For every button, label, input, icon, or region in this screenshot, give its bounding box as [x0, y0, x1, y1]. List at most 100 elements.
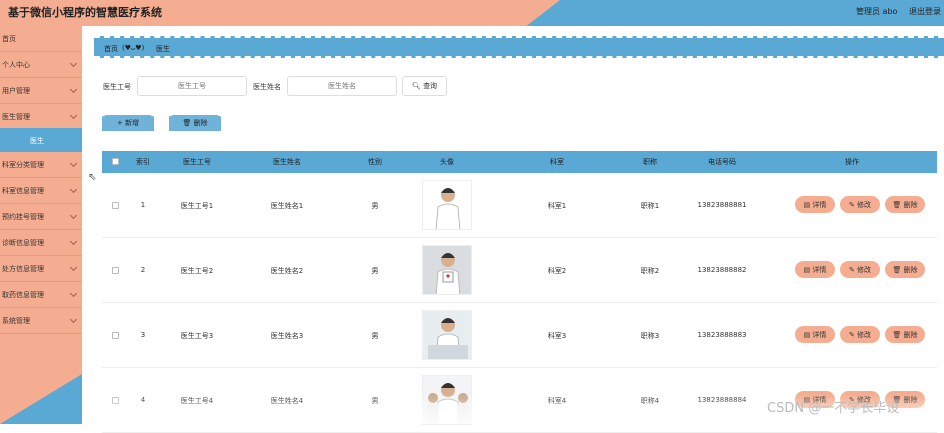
sidebar-subitem-doctor[interactable]: 医生: [0, 128, 82, 152]
breadcrumb-current: 医生: [156, 45, 170, 53]
column-header: 性别: [368, 158, 382, 166]
trash-icon: 🗑︎: [182, 119, 192, 127]
row-checkbox[interactable]: [112, 332, 119, 339]
sidebar-subitem-label: 医生: [30, 137, 44, 145]
sidebar-item-5[interactable]: 科室信息管理: [0, 178, 82, 204]
row-action-label: 详情: [812, 331, 827, 339]
chevron-down-icon: [69, 159, 78, 168]
sidebar-item-8[interactable]: 处方信息管理: [0, 256, 82, 282]
chevron-down-icon: [69, 85, 78, 94]
sidebar-item-label: 用户管理: [2, 87, 30, 95]
row-edit-button[interactable]: ✎ 修改: [840, 261, 880, 278]
row-action-label: 删除: [903, 331, 918, 339]
sidebar-item-6[interactable]: 预约挂号管理: [0, 204, 82, 230]
doctor-id-label: 医生工号: [103, 83, 131, 91]
query-button[interactable]: 🔍︎ 查询: [402, 76, 447, 96]
sidebar-item-label: 科室信息管理: [2, 187, 44, 195]
cell-title: 职称1: [640, 202, 660, 210]
add-button[interactable]: + 新增: [102, 115, 154, 131]
row-delete-button[interactable]: 🗑︎ 删除: [885, 326, 925, 343]
chevron-down-icon: [69, 111, 78, 120]
doctor-avatar: [422, 180, 472, 230]
column-header: 头像: [440, 158, 454, 166]
breadcrumb-home[interactable]: 首页: [104, 44, 118, 54]
bulk-delete-button[interactable]: 🗑︎ 删除: [169, 115, 221, 131]
doctor-name-input[interactable]: [287, 76, 397, 96]
doctor-avatar: [422, 245, 472, 295]
cell-phone: 13823888883: [697, 331, 747, 339]
row-checkbox[interactable]: [112, 267, 119, 274]
table-row: 1 医生工号1 医生姓名1 男 科室1 职称1 13823888881 ▤ 详情 ✎ 修改 🗑︎ …: [102, 173, 937, 238]
row-action-label: 删除: [903, 266, 918, 274]
select-all-checkbox[interactable]: [112, 158, 119, 165]
cell-index: 1: [140, 201, 146, 209]
sidebar-item-4[interactable]: 科室分类管理: [0, 152, 82, 178]
column-header: 医生姓名: [273, 158, 301, 166]
row-detail-button[interactable]: ▤ 详情: [795, 261, 835, 278]
row-checkbox[interactable]: [112, 202, 119, 209]
trash-icon: 🗑︎: [892, 331, 904, 339]
row-action-label: 修改: [857, 331, 872, 339]
pencil-icon: ✎: [848, 201, 858, 209]
sidebar-item-1[interactable]: 个人中心: [0, 52, 82, 78]
chevron-down-icon: [69, 237, 78, 246]
row-action-label: 详情: [812, 201, 827, 209]
add-label: 新增: [125, 119, 140, 127]
column-header: 职称: [643, 158, 657, 166]
admin-user[interactable]: 管理员 abo: [856, 6, 897, 17]
column-header: 索引: [136, 158, 150, 166]
row-edit-button[interactable]: ✎ 修改: [840, 196, 880, 213]
row-delete-button[interactable]: 🗑︎ 删除: [885, 261, 925, 278]
sidebar-item-label: 处方信息管理: [2, 265, 44, 273]
cell-dept: 科室2: [547, 267, 567, 275]
row-detail-button[interactable]: ▤ 详情: [795, 196, 835, 213]
trash-icon: 🗑︎: [892, 201, 904, 209]
row-detail-button[interactable]: ▤ 详情: [795, 326, 835, 343]
sidebar-item-label: 预约挂号管理: [2, 213, 44, 221]
column-header: 操作: [845, 158, 859, 166]
sidebar-item-0[interactable]: 首页: [0, 26, 82, 52]
cell-id: 医生工号2: [180, 267, 214, 275]
row-delete-button[interactable]: 🗑︎ 删除: [885, 196, 925, 213]
sidebar-item-10[interactable]: 系统管理: [0, 308, 82, 334]
sidebar-item-9[interactable]: 取药信息管理: [0, 282, 82, 308]
logout-link[interactable]: 退出登录: [909, 6, 941, 17]
cell-title: 职称2: [640, 267, 660, 275]
sidebar-item-2[interactable]: 用户管理: [0, 78, 82, 104]
cell-index: 3: [140, 331, 146, 339]
table-row: 3 医生工号3 医生姓名3 男 科室3 职称3 13823888883 ▤ 详情 ✎ 修改 🗑︎ …: [102, 303, 937, 368]
cell-phone: 13823888881: [697, 201, 747, 209]
row-edit-button[interactable]: ✎ 修改: [840, 326, 880, 343]
chevron-down-icon: [69, 315, 78, 324]
query-label: 查询: [423, 82, 438, 90]
cell-name: 医生姓名3: [270, 332, 304, 340]
sidebar: 首页个人中心用户管理医生管理科室分类管理科室信息管理 预约挂号管理诊断信息管理处方…: [0, 26, 82, 424]
watermark: CSDN @一不学长毕设: [767, 401, 900, 416]
row-action-label: 删除: [903, 201, 918, 209]
doctor-id-input[interactable]: [137, 76, 247, 96]
breadcrumb: 首页 (♥ᴗ♥) 医生: [94, 36, 944, 58]
search-icon: 🔍︎: [411, 82, 421, 90]
trash-icon: 🗑︎: [892, 266, 904, 274]
cell-name: 医生姓名1: [270, 202, 304, 210]
sidebar-item-label: 医生管理: [2, 113, 30, 121]
sidebar-item-label: 系统管理: [2, 317, 30, 325]
app-title: 基于微信小程序的智慧医疗系统: [8, 6, 162, 19]
sidebar-item-label: 首页: [2, 35, 16, 43]
pencil-icon: ✎: [848, 331, 858, 339]
plus-icon: +: [116, 119, 123, 127]
cell-phone: 13823888882: [697, 266, 747, 274]
cell-gender: 男: [371, 202, 379, 210]
doctor-avatar: [422, 310, 472, 360]
row-action-label: 修改: [857, 266, 872, 274]
row-action-label: 详情: [812, 266, 827, 274]
cell-id: 医生工号3: [180, 332, 214, 340]
cell-gender: 男: [371, 332, 379, 340]
column-header: 科室: [550, 158, 564, 166]
sidebar-item-3[interactable]: 医生管理: [0, 104, 82, 130]
chevron-down-icon: [69, 185, 78, 194]
sidebar-item-label: 取药信息管理: [2, 291, 44, 299]
sidebar-item-7[interactable]: 诊断信息管理: [0, 230, 82, 256]
doctor-name-label: 医生姓名: [253, 83, 281, 91]
bulk-delete-label: 删除: [193, 119, 208, 127]
